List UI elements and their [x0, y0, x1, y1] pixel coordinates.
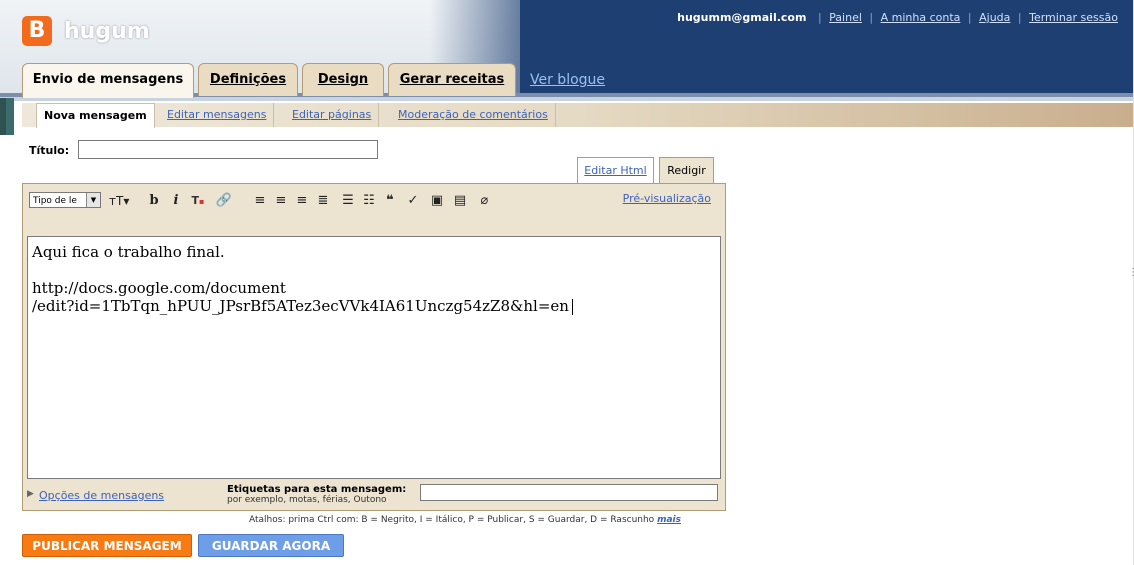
tab-monetize[interactable]: Gerar receitas: [388, 63, 516, 96]
publish-button[interactable]: PUBLICAR MENSAGEM: [22, 534, 192, 557]
sub-nav: Nova mensagem Editar mensagens Editar pá…: [22, 103, 1134, 128]
tab-settings-label: Definições: [209, 72, 287, 87]
video-icon[interactable]: ▤: [451, 192, 469, 210]
text-caret: [571, 299, 573, 315]
editor-footer: ▶ Opções de mensagens Etiquetas para est…: [27, 483, 721, 507]
blog-name: hugum: [64, 19, 150, 44]
link-icon[interactable]: 🔗: [215, 192, 233, 210]
user-email: hugumm@gmail.com: [677, 11, 807, 24]
post-options-link[interactable]: Opções de mensagens: [39, 489, 164, 502]
link-sign-out[interactable]: Terminar sessão: [1029, 11, 1118, 24]
blogger-logo-icon[interactable]: B: [22, 16, 52, 46]
body-line: [32, 261, 716, 279]
align-center-icon[interactable]: ≡: [272, 192, 290, 210]
align-left-icon[interactable]: ≡: [251, 192, 269, 210]
tab-posting[interactable]: Envio de mensagens: [22, 63, 194, 98]
link-my-account[interactable]: A minha conta: [881, 11, 961, 24]
chevron-down-icon: ▼: [86, 193, 100, 207]
left-edge-bar-dark: [0, 98, 6, 135]
view-blog-link[interactable]: Ver blogue: [530, 72, 605, 88]
scroll-grip-icon[interactable]: ⋮: [1128, 267, 1134, 278]
image-icon[interactable]: ▣: [428, 192, 446, 210]
tab-compose[interactable]: Redigir: [659, 157, 714, 183]
italic-icon[interactable]: i: [167, 192, 185, 210]
keyboard-shortcuts-hint: Atalhos: prima Ctrl com: B = Negrito, I …: [249, 515, 681, 525]
title-input[interactable]: [78, 140, 378, 159]
tab-settings[interactable]: Definições: [198, 63, 298, 96]
shortcuts-more-link[interactable]: mais: [657, 515, 681, 525]
title-label: Título:: [29, 144, 70, 157]
align-right-icon[interactable]: ≡: [293, 192, 311, 210]
tab-design-label: Design: [317, 72, 369, 87]
subtab-new-post[interactable]: Nova mensagem: [36, 103, 155, 128]
post-editor: Tipo de le ▼ тT▾ b i T▪ 🔗 ≡ ≡ ≡ ≣ ☰ ☷ ❝ …: [22, 183, 726, 511]
triangle-right-icon: ▶: [27, 489, 34, 499]
font-select-value: Tipo de le: [33, 196, 77, 206]
preview-link[interactable]: Pré-visualização: [623, 192, 711, 205]
tab-monetize-label: Gerar receitas: [399, 72, 505, 87]
shortcuts-text: Atalhos: prima Ctrl com: B = Negrito, I …: [249, 515, 655, 525]
bulleted-list-icon[interactable]: ☷: [360, 192, 378, 210]
save-now-button[interactable]: GUARDAR AGORA: [198, 534, 344, 557]
subtab-comment-moderation[interactable]: Moderação de comentários: [391, 103, 556, 127]
body-line-last: /edit?id=1TbTqn_hPUU_JPsrBf5ATez3ecVVk4I…: [32, 297, 716, 315]
numbered-list-icon[interactable]: ☰: [339, 192, 357, 210]
link-help[interactable]: Ajuda: [979, 11, 1010, 24]
post-body-textarea[interactable]: Aqui fica o trabalho final. http://docs.…: [27, 236, 721, 479]
body-line: http://docs.google.com/document: [32, 279, 286, 297]
labels-input[interactable]: [420, 484, 718, 501]
font-size-icon[interactable]: тT▾: [109, 192, 129, 210]
subtab-edit-pages[interactable]: Editar páginas: [285, 103, 380, 127]
labels-label: Etiquetas para esta mensagem:: [227, 484, 407, 495]
subtab-edit-posts[interactable]: Editar mensagens: [160, 103, 275, 127]
body-line-text: /edit?id=1TbTqn_hPUU_JPsrBf5ATez3ecVVk4I…: [32, 297, 569, 315]
font-select[interactable]: Tipo de le ▼: [29, 192, 101, 208]
body-line: Aqui fica o trabalho final.: [32, 243, 225, 261]
tab-edit-html[interactable]: Editar Html: [577, 157, 654, 183]
link-painel[interactable]: Painel: [829, 11, 862, 24]
tab-design[interactable]: Design: [302, 63, 384, 96]
justify-icon[interactable]: ≣: [314, 192, 332, 210]
spellcheck-icon[interactable]: ✓: [404, 192, 422, 210]
bold-icon[interactable]: b: [145, 192, 163, 210]
blockquote-icon[interactable]: ❝: [381, 192, 399, 210]
top-nav: hugumm@gmail.com | Painel | A minha cont…: [677, 11, 1118, 24]
eraser-icon[interactable]: ⌀: [475, 192, 493, 210]
text-color-icon[interactable]: T▪: [189, 192, 207, 210]
labels-example: por exemplo, motas, férias, Outono: [227, 495, 387, 505]
